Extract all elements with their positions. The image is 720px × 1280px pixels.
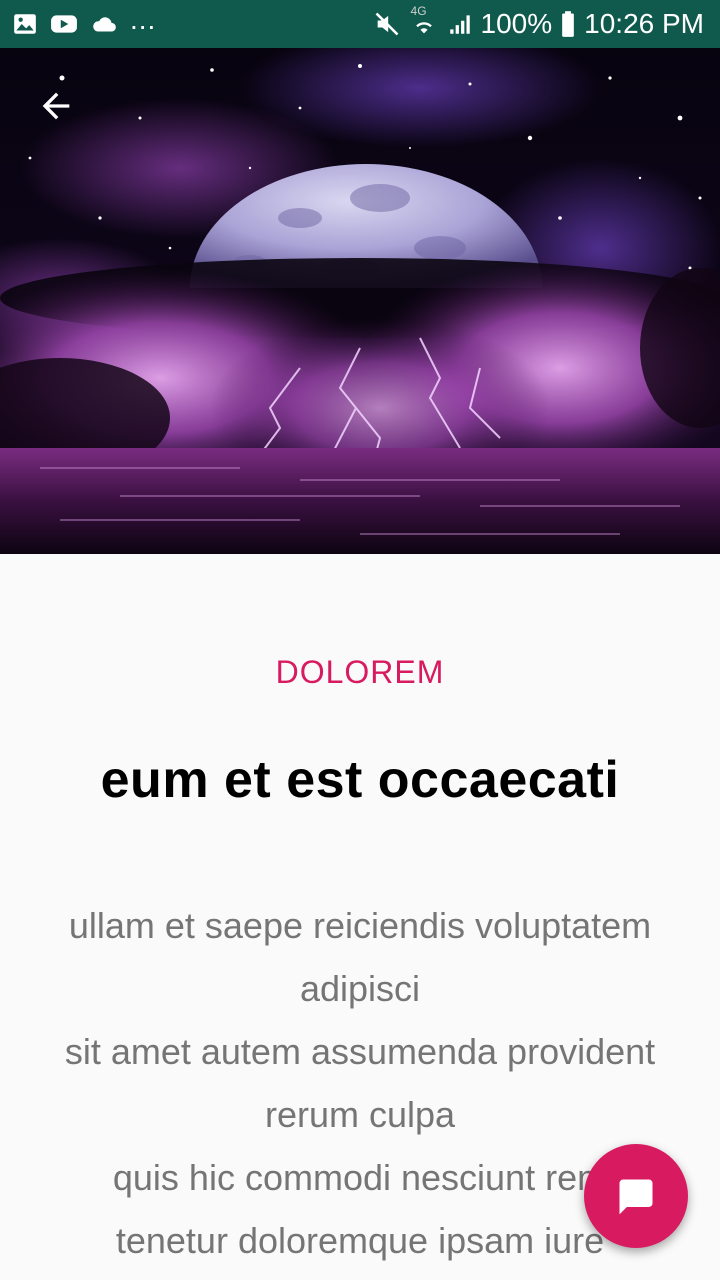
wifi-icon: 4G (409, 4, 439, 38)
battery-percent: 100% (480, 8, 553, 39)
network-type-label: 4G (410, 4, 427, 18)
article-title: eum et est occaecati (100, 751, 620, 809)
hero-image (0, 48, 720, 554)
body-line: sit amet autem assumenda provident (64, 1031, 656, 1072)
clock: 10:26 PM (584, 8, 704, 39)
back-button[interactable] (24, 74, 88, 138)
system-icons: 4G 100% 10:26 PM (373, 4, 704, 40)
night-sky-moon-lightning-image (0, 48, 720, 554)
notification-icons: ... (12, 4, 156, 37)
mute-icon (373, 10, 401, 38)
body-line: adipisci (299, 968, 421, 1009)
chat-icon (619, 1179, 653, 1215)
body-line: rerum culpa (264, 1094, 456, 1135)
battery-icon (560, 10, 576, 38)
cloud-icon (90, 11, 118, 37)
more-notifications: ... (130, 4, 157, 35)
status-bar: ... 4G 100% 10:26 PM (0, 0, 720, 48)
chat-button[interactable] (584, 1144, 688, 1248)
arrow-left-icon (42, 92, 70, 120)
youtube-icon (50, 11, 78, 37)
article-category[interactable]: DOLOREM (0, 654, 720, 691)
signal-icon (447, 11, 473, 37)
image-icon (12, 11, 38, 37)
body-line: ullam et saepe reiciendis voluptatem (68, 905, 652, 946)
